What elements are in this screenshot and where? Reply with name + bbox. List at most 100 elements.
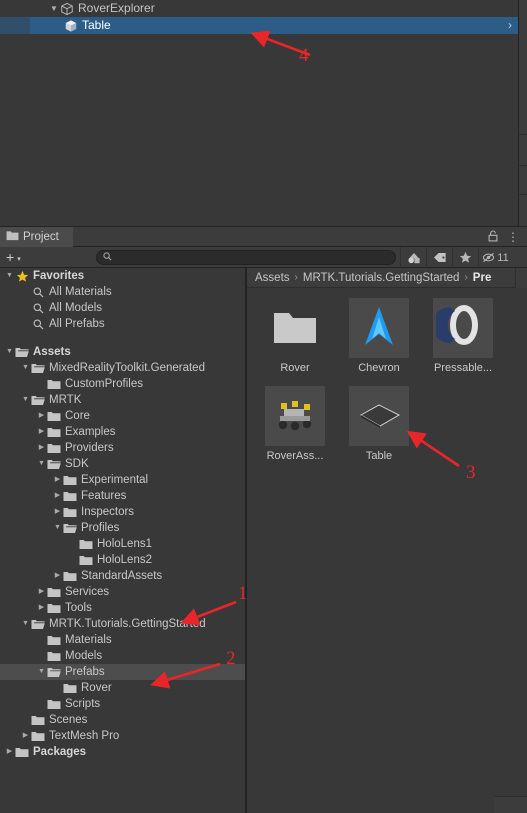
breadcrumb-item[interactable]: MRTK.Tutorials.GettingStarted <box>303 272 460 284</box>
tree-item-mrtk[interactable]: MRTK <box>0 392 245 408</box>
prefab-open-chevron-icon[interactable]: › <box>508 17 512 34</box>
folder-open-icon <box>31 361 45 375</box>
tree-item-all-materials[interactable]: All Materials <box>0 284 245 300</box>
create-asset-button[interactable]: + ▾ <box>6 249 21 265</box>
asset-item[interactable]: Pressable... <box>429 298 497 374</box>
tree-item-providers[interactable]: Providers <box>0 440 245 456</box>
tree-item-mrtk-tutorials-gettingstarted[interactable]: MRTK.Tutorials.GettingStarted <box>0 616 245 632</box>
tree-item-rover[interactable]: Rover <box>0 680 245 696</box>
expander-triangle-icon[interactable] <box>36 664 47 681</box>
folder-icon <box>47 441 61 455</box>
breadcrumb[interactable]: Assets › MRTK.Tutorials.GettingStarted › Pre <box>247 268 527 288</box>
tree-item-inspectors[interactable]: Inspectors <box>0 504 245 520</box>
tree-item-models[interactable]: Models <box>0 648 245 664</box>
star-icon[interactable] <box>452 247 478 268</box>
asset-item[interactable]: Chevron <box>345 298 413 374</box>
expander-triangle-icon[interactable] <box>52 488 63 505</box>
hidden-assets-toggle[interactable]: 11 <box>478 247 512 268</box>
tree-item-profiles[interactable]: Profiles <box>0 520 245 536</box>
project-folder-tree[interactable]: Favorites All Materials All Models All Pref… <box>0 268 245 813</box>
expander-triangle-icon[interactable] <box>20 392 31 409</box>
expander-triangle-icon[interactable] <box>36 456 47 473</box>
expander-triangle-icon[interactable] <box>48 0 60 17</box>
breadcrumb-item[interactable]: Pre <box>473 272 492 284</box>
tree-item-experimental[interactable]: Experimental <box>0 472 245 488</box>
tree-item-sdk[interactable]: SDK <box>0 456 245 472</box>
search-field[interactable] <box>96 250 396 265</box>
expander-triangle-icon[interactable] <box>36 440 47 457</box>
tree-item-hololens1[interactable]: HoloLens1 <box>0 536 245 552</box>
project-panel: Project ⋮ + ▾ 11 ▼ Favorites All Materia… <box>0 226 527 813</box>
project-tabbar: Project ⋮ <box>0 227 527 247</box>
folder-icon <box>79 553 93 567</box>
tree-item-examples[interactable]: Examples <box>0 424 245 440</box>
tree-item-prefabs[interactable]: Prefabs <box>0 664 245 680</box>
expander-triangle-icon[interactable] <box>20 616 31 633</box>
tree-item-label: Examples <box>65 426 116 438</box>
tree-item-label: Tools <box>65 602 92 614</box>
tree-item-tools[interactable]: Tools <box>0 600 245 616</box>
lock-icon[interactable] <box>488 229 498 245</box>
tree-item-label: HoloLens1 <box>97 538 152 550</box>
tree-item-customprofiles[interactable]: CustomProfiles <box>0 376 245 392</box>
expander-triangle-icon[interactable] <box>4 744 15 761</box>
expander-triangle-icon[interactable] <box>4 344 15 361</box>
tree-item-all-prefabs[interactable]: All Prefabs <box>0 316 245 332</box>
inspector-panel-edge <box>518 0 527 226</box>
tree-item-scripts[interactable]: Scripts <box>0 696 245 712</box>
tree-item-services[interactable]: Services <box>0 584 245 600</box>
tree-item-all-models[interactable]: All Models <box>0 300 245 316</box>
asset-item[interactable]: RoverAss... <box>261 386 329 462</box>
annotation-number-3: 3 <box>466 462 476 483</box>
filter-by-type-icon[interactable] <box>400 247 426 268</box>
asset-item[interactable]: Rover <box>261 298 329 374</box>
hierarchy-item-roverexplorer[interactable]: RoverExplorer <box>0 0 518 17</box>
tree-item-hololens2[interactable]: HoloLens2 <box>0 552 245 568</box>
tree-item-packages[interactable]: Packages <box>0 744 245 760</box>
annotation-number-2: 2 <box>226 648 236 669</box>
expander-triangle-icon[interactable] <box>36 408 47 425</box>
tree-item-assets[interactable]: Assets <box>0 344 245 360</box>
tree-item-label: Services <box>65 586 110 598</box>
filter-by-label-icon[interactable] <box>426 247 452 268</box>
expander-triangle-icon[interactable] <box>20 728 31 745</box>
expander-triangle-icon[interactable] <box>20 360 31 377</box>
pressable-button-icon <box>433 298 493 358</box>
expander-triangle-icon[interactable] <box>52 520 63 537</box>
breadcrumb-item[interactable]: Assets <box>255 272 290 284</box>
tab-project[interactable]: Project <box>0 227 73 247</box>
folder-icon <box>47 649 61 663</box>
tree-item-scenes[interactable]: Scenes <box>0 712 245 728</box>
asset-name-label: Rover <box>280 362 310 374</box>
tree-item-label: Scripts <box>65 698 101 710</box>
expander-triangle-icon[interactable] <box>36 584 47 601</box>
expander-triangle-icon[interactable] <box>36 424 47 441</box>
tree-item-features[interactable]: Features <box>0 488 245 504</box>
kebab-menu-icon[interactable]: ⋮ <box>507 230 523 244</box>
expander-triangle-icon <box>20 300 31 317</box>
tab-label: Project <box>23 231 59 243</box>
expander-triangle-icon[interactable] <box>52 504 63 521</box>
hierarchy-item-table[interactable]: Table › <box>0 17 518 34</box>
tree-item-favorites[interactable]: Favorites <box>0 268 245 284</box>
tree-item-standardassets[interactable]: StandardAssets <box>0 568 245 584</box>
asset-name-label: RoverAss... <box>266 450 324 462</box>
tree-item-mixedrealitytoolkit-generated[interactable]: MixedRealityToolkit.Generated <box>0 360 245 376</box>
asset-grid[interactable]: Rover Chevron Pressable... RoverAss... Table <box>247 288 527 758</box>
expander-triangle-icon[interactable] <box>4 268 15 285</box>
folder-open-icon <box>31 617 45 631</box>
expander-triangle-icon[interactable] <box>52 472 63 489</box>
tree-item-materials[interactable]: Materials <box>0 632 245 648</box>
annotation-number-1: 1 <box>238 583 248 604</box>
asset-item[interactable]: Table <box>345 386 413 462</box>
expander-triangle-icon[interactable] <box>36 600 47 617</box>
tree-item-textmesh-pro[interactable]: TextMesh Pro <box>0 728 245 744</box>
chevron-prefab-icon <box>349 298 409 358</box>
tree-item-core[interactable]: Core <box>0 408 245 424</box>
expander-triangle-icon[interactable] <box>52 568 63 585</box>
search-input[interactable] <box>116 251 389 264</box>
search-icon <box>103 251 112 264</box>
folder-open-icon <box>47 457 61 471</box>
tree-item-label: Favorites <box>33 270 85 282</box>
